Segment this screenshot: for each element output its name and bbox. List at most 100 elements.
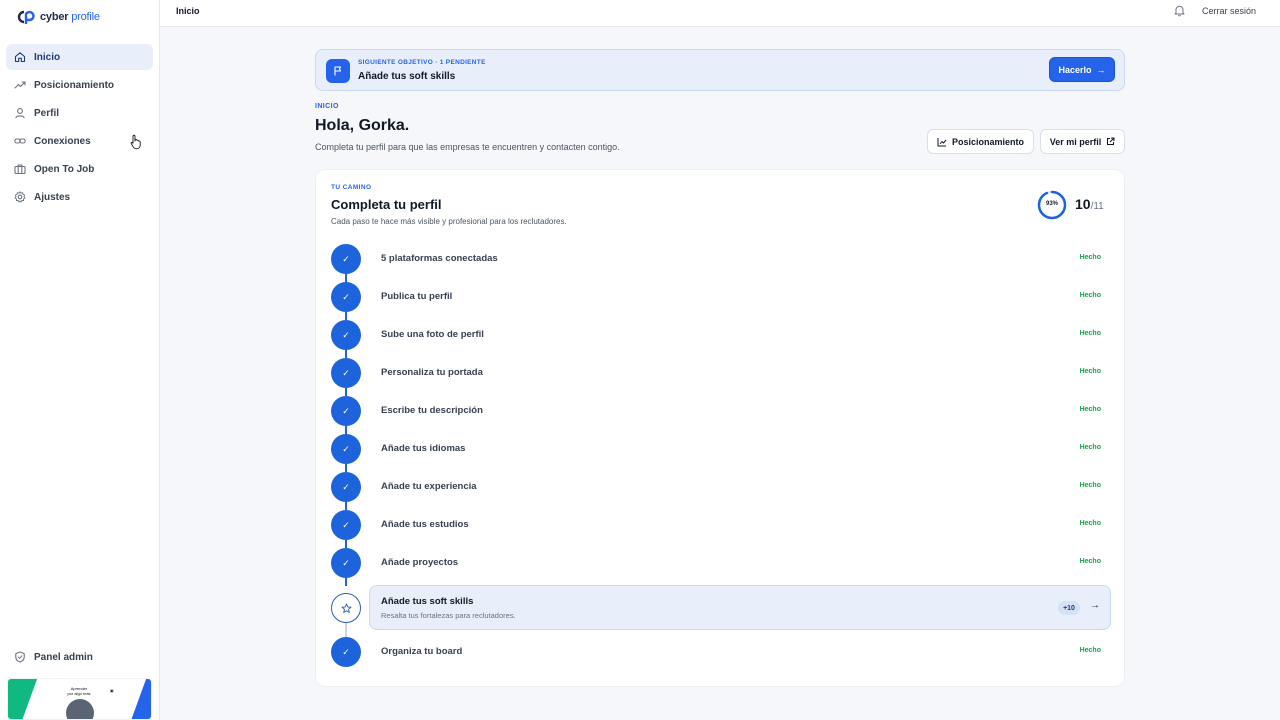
sidebar-bottom: Panel admin bbox=[6, 644, 153, 672]
step-connector bbox=[345, 623, 347, 637]
shield-icon bbox=[15, 651, 25, 663]
active-step-soft-skills[interactable]: Añade tus soft skills Resalta tus fortal… bbox=[369, 585, 1111, 630]
step-item[interactable]: ✓ Escribe tu descripción Hecho bbox=[331, 396, 1111, 426]
steps-count: 10/11 bbox=[1075, 196, 1104, 212]
banner-stripe-blue bbox=[127, 679, 151, 719]
card-subtitle: Cada paso te hace más visible y profesio… bbox=[331, 217, 567, 226]
step-label: Organiza tu board bbox=[381, 646, 463, 657]
briefcase-icon bbox=[14, 164, 26, 175]
check-icon: ✓ bbox=[331, 320, 361, 350]
step-item[interactable]: ✓ Sube una foto de perfil Hecho bbox=[331, 320, 1111, 350]
progress-percent: 93% bbox=[1045, 201, 1058, 207]
sidebar-item-label: Inicio bbox=[34, 51, 61, 63]
step-status: Hecho bbox=[1079, 444, 1101, 451]
step-label: Añade tus estudios bbox=[381, 519, 469, 530]
brand-logo[interactable]: cyber profile bbox=[16, 9, 100, 25]
sidebar-item-open-to-job[interactable]: Open To Job bbox=[6, 156, 153, 182]
star-icon bbox=[331, 593, 361, 623]
page-subtitle: Completa tu perfil para que las empresas… bbox=[315, 142, 620, 152]
view-profile-button[interactable]: Ver mi perfil bbox=[1040, 129, 1125, 154]
step-label: 5 plataformas conectadas bbox=[381, 253, 498, 264]
step-item[interactable]: ✓ Añade tus estudios Hecho bbox=[331, 510, 1111, 540]
check-icon: ✓ bbox=[331, 472, 361, 502]
link-icon bbox=[14, 138, 26, 144]
step-status: Hecho bbox=[1079, 520, 1101, 527]
banner-stripe-green bbox=[8, 679, 38, 719]
sidebar-item-label: Conexiones bbox=[34, 135, 91, 147]
sidebar-item-label: Ajustes bbox=[34, 191, 71, 203]
step-connector bbox=[345, 426, 347, 434]
step-item[interactable]: ✓ Añade proyectos Hecho bbox=[331, 548, 1111, 578]
banner-logo-icon: ▣ bbox=[110, 688, 114, 693]
home-icon bbox=[14, 52, 26, 63]
check-icon: ✓ bbox=[331, 510, 361, 540]
promo-banner[interactable]: Aprender por algo más ▣ bbox=[7, 678, 152, 720]
step-status: Hecho bbox=[1079, 330, 1101, 337]
step-item[interactable]: ✓ Publica tu perfil Hecho bbox=[331, 282, 1111, 312]
positioning-button[interactable]: Posicionamiento bbox=[927, 129, 1034, 154]
active-step-title: Añade tus soft skills bbox=[381, 596, 474, 607]
sidebar-item-inicio[interactable]: Inicio bbox=[6, 44, 153, 70]
step-label: Publica tu perfil bbox=[381, 291, 453, 302]
sidebar-item-perfil[interactable]: Perfil bbox=[6, 100, 153, 126]
card-eyebrow: TU CAMINO bbox=[331, 184, 372, 191]
sidebar-item-ajustes[interactable]: Ajustes bbox=[6, 184, 153, 210]
gear-icon bbox=[14, 191, 26, 203]
step-label: Sube una foto de perfil bbox=[381, 329, 484, 340]
step-item[interactable]: ✓ Añade tu experiencia Hecho bbox=[331, 472, 1111, 502]
step-connector bbox=[345, 464, 347, 472]
step-status: Hecho bbox=[1079, 558, 1101, 565]
step-label: Añade tus idiomas bbox=[381, 443, 466, 454]
step-label: Personaliza tu portada bbox=[381, 367, 483, 378]
check-icon: ✓ bbox=[331, 282, 361, 312]
step-connector bbox=[345, 578, 347, 586]
positioning-button-label: Posicionamiento bbox=[951, 136, 1024, 147]
check-icon: ✓ bbox=[331, 358, 361, 388]
flag-icon bbox=[326, 59, 350, 83]
section-eyebrow: INICIO bbox=[315, 103, 339, 110]
do-it-button[interactable]: Hacerlo → bbox=[1049, 57, 1115, 82]
step-connector bbox=[345, 350, 347, 358]
card-title: Completa tu perfil bbox=[331, 197, 442, 212]
step-status: Hecho bbox=[1079, 292, 1101, 299]
arrow-right-icon: → bbox=[1096, 64, 1106, 75]
objective-title: Añade tus soft skills bbox=[358, 71, 456, 82]
hand-cursor-icon bbox=[130, 134, 141, 150]
banner-text: Aprender por algo más bbox=[67, 686, 91, 696]
breadcrumb: Inicio bbox=[176, 6, 200, 16]
sidebar-item-label: Panel admin bbox=[34, 651, 93, 663]
objective-label: SIGUIENTE OBJETIVO · 1 PENDIENTE bbox=[358, 59, 486, 66]
check-icon: ✓ bbox=[331, 396, 361, 426]
cyber-profile-logo-icon bbox=[17, 10, 35, 24]
step-item[interactable]: ✓ Personaliza tu portada Hecho bbox=[331, 358, 1111, 388]
bell-icon[interactable] bbox=[1173, 4, 1186, 17]
check-icon: ✓ bbox=[331, 434, 361, 464]
step-connector bbox=[345, 540, 347, 548]
check-icon: ✓ bbox=[331, 548, 361, 578]
step-item[interactable]: ✓ 5 plataformas conectadas Hecho bbox=[331, 244, 1111, 274]
sidebar-item-panel-admin[interactable]: Panel admin bbox=[6, 644, 153, 670]
check-icon: ✓ bbox=[331, 244, 361, 274]
step-status: Hecho bbox=[1079, 368, 1101, 375]
step-connector bbox=[345, 502, 347, 510]
view-profile-button-label: Ver mi perfil bbox=[1049, 136, 1102, 147]
sidebar-item-label: Perfil bbox=[34, 107, 60, 119]
topbar: Inicio Cerrar sesión bbox=[160, 0, 1280, 27]
step-item[interactable]: ✓ Añade tus idiomas Hecho bbox=[331, 434, 1111, 464]
brand-name: cyber profile bbox=[40, 11, 100, 23]
step-item-pending bbox=[331, 593, 361, 623]
step-connector bbox=[345, 388, 347, 396]
step-status: Hecho bbox=[1079, 406, 1101, 413]
profile-path-card: TU CAMINO Completa tu perfil Cada paso t… bbox=[315, 169, 1125, 687]
user-icon bbox=[15, 108, 25, 119]
step-connector bbox=[345, 274, 347, 282]
step-item[interactable]: ✓ Organiza tu board Hecho bbox=[331, 637, 1111, 667]
step-connector bbox=[345, 312, 347, 320]
check-icon: ✓ bbox=[331, 637, 361, 667]
step-label: Escribe tu descripción bbox=[381, 405, 483, 416]
step-label: Añade tu experiencia bbox=[381, 481, 477, 492]
logout-link[interactable]: Cerrar sesión bbox=[1202, 6, 1256, 16]
active-step-subtitle: Resalta tus fortalezas para reclutadores… bbox=[381, 611, 516, 620]
points-badge: +10 bbox=[1058, 601, 1080, 615]
sidebar-item-posicionamiento[interactable]: Posicionamiento bbox=[6, 72, 153, 98]
